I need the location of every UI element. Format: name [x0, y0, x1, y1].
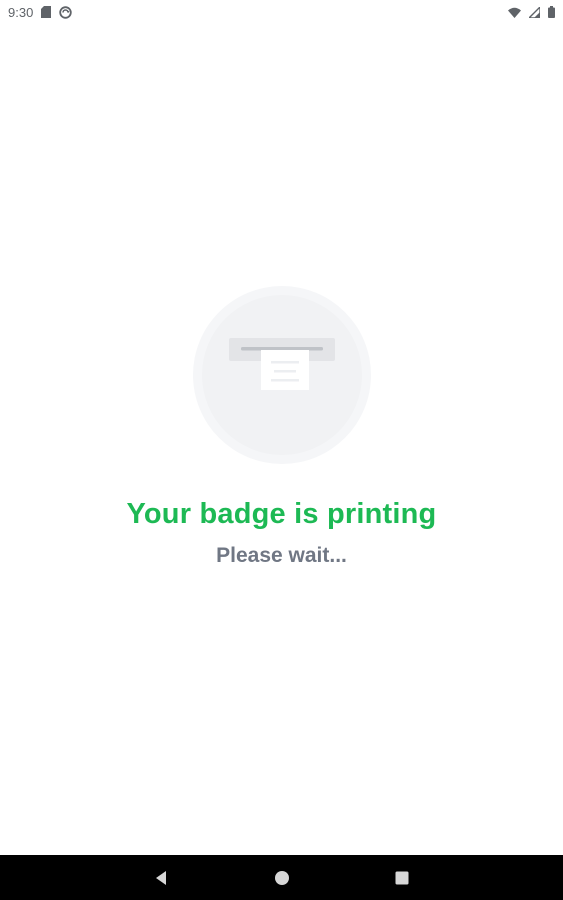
printer-illustration — [193, 286, 371, 464]
status-left: 9:30 — [8, 4, 73, 20]
home-button[interactable] — [252, 855, 312, 900]
battery-icon — [548, 6, 555, 18]
recents-button[interactable] — [372, 855, 432, 900]
back-icon — [156, 870, 166, 885]
signal-icon — [529, 6, 540, 18]
status-bar: 9:30 — [0, 0, 563, 24]
sync-icon — [59, 5, 73, 19]
page-subtitle: Please wait... — [216, 544, 347, 567]
status-time: 9:30 — [8, 4, 34, 20]
page-title: Your badge is printing — [126, 498, 437, 530]
printer-icon — [193, 286, 371, 464]
sd-card-icon — [41, 6, 52, 18]
recents-icon — [395, 871, 409, 884]
status-right — [508, 6, 555, 18]
navigation-bar — [0, 855, 563, 900]
screen: 9:30 Your badge is printing Please wait.… — [0, 0, 563, 900]
back-button[interactable] — [131, 855, 191, 900]
home-icon — [275, 870, 289, 885]
wifi-icon — [508, 7, 521, 18]
